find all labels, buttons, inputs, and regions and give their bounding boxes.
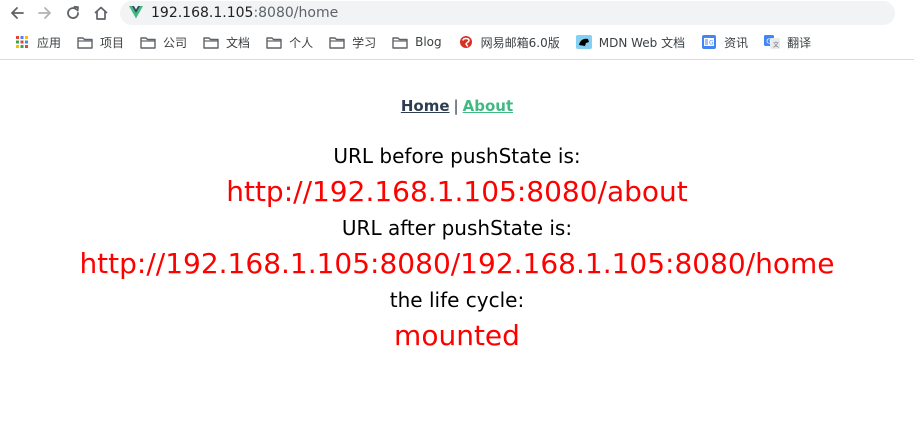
folder-icon	[329, 35, 345, 49]
bookmark-label: 文档	[226, 35, 251, 50]
bookmark-translate[interactable]: G文 翻译	[764, 34, 811, 51]
folder-icon	[77, 35, 93, 49]
reload-icon	[67, 5, 79, 19]
bookmarks-bar: 应用 项目 公司 文档 个人 学习 Blog 网易邮箱6.0版 MDN Web …	[0, 25, 914, 60]
bookmark-label: 网易邮箱6.0版	[480, 35, 560, 50]
apps-grid-icon	[14, 35, 30, 49]
folder-icon	[203, 35, 219, 49]
url-before-label: URL before pushState is:	[333, 144, 581, 168]
page-content: Home | About URL before pushState is: http…	[0, 97, 914, 355]
folder-icon	[392, 35, 408, 49]
svg-text:G: G	[709, 40, 714, 47]
router-nav: Home | About	[0, 97, 914, 119]
google-translate-icon: G文	[764, 35, 781, 49]
bookmark-label: Blog	[415, 35, 442, 49]
url-after-value: http://192.168.1.105:8080/192.168.1.105:…	[79, 247, 835, 280]
bookmark-label: 公司	[163, 35, 188, 50]
netease-mail-icon	[458, 35, 474, 49]
bookmark-folder-study[interactable]: 学习	[329, 34, 376, 51]
bookmark-label: 项目	[100, 35, 125, 50]
about-link[interactable]: About	[463, 97, 514, 115]
svg-text:G: G	[766, 38, 771, 46]
bookmark-news[interactable]: G 资讯	[701, 34, 748, 51]
bookmark-folder-company[interactable]: 公司	[140, 34, 187, 51]
bookmark-label: 应用	[37, 35, 62, 50]
reload-button[interactable]	[62, 2, 84, 24]
google-news-icon: G	[701, 35, 717, 49]
bookmark-folder-docs[interactable]: 文档	[203, 34, 250, 51]
bookmark-folder-personal[interactable]: 个人	[266, 34, 313, 51]
bookmark-label: 学习	[352, 35, 377, 50]
url-after-label: URL after pushState is:	[341, 216, 573, 240]
home-icon	[94, 6, 108, 20]
forward-button[interactable]	[34, 2, 56, 24]
home-link[interactable]: Home	[401, 97, 450, 115]
url-text: 192.168.1.105:8080/home	[151, 5, 338, 21]
home-button[interactable]	[90, 2, 112, 24]
url-host: 192.168.1.105	[151, 4, 254, 21]
browser-toolbar: 192.168.1.105:8080/home	[0, 0, 914, 25]
lifecycle-value: mounted	[394, 319, 520, 352]
bookmark-folder-projects[interactable]: 项目	[77, 34, 124, 51]
vue-logo-icon	[129, 6, 143, 19]
bookmark-label: MDN Web 文档	[598, 35, 686, 50]
svg-text:文: 文	[773, 41, 779, 49]
bookmark-apps[interactable]: 应用	[14, 34, 61, 51]
arrow-left-icon	[11, 6, 24, 19]
bookmark-folder-blog[interactable]: Blog	[392, 35, 442, 49]
url-path: :8080/home	[253, 4, 339, 21]
bookmark-label: 个人	[289, 35, 314, 50]
lifecycle-label: the life cycle:	[389, 288, 525, 312]
bookmark-label: 资讯	[724, 35, 749, 50]
address-bar[interactable]: 192.168.1.105:8080/home	[120, 0, 895, 25]
mdn-icon	[575, 35, 592, 49]
folder-icon	[140, 35, 156, 49]
url-before-value: http://192.168.1.105:8080/about	[226, 175, 688, 208]
back-button[interactable]	[6, 2, 28, 24]
bookmark-mdn[interactable]: MDN Web 文档	[575, 34, 686, 51]
folder-icon	[266, 35, 282, 49]
arrow-right-icon	[38, 6, 51, 19]
nav-separator: |	[453, 97, 459, 115]
bookmark-netease-mail[interactable]: 网易邮箱6.0版	[458, 34, 560, 51]
bookmark-label: 翻译	[787, 35, 812, 50]
